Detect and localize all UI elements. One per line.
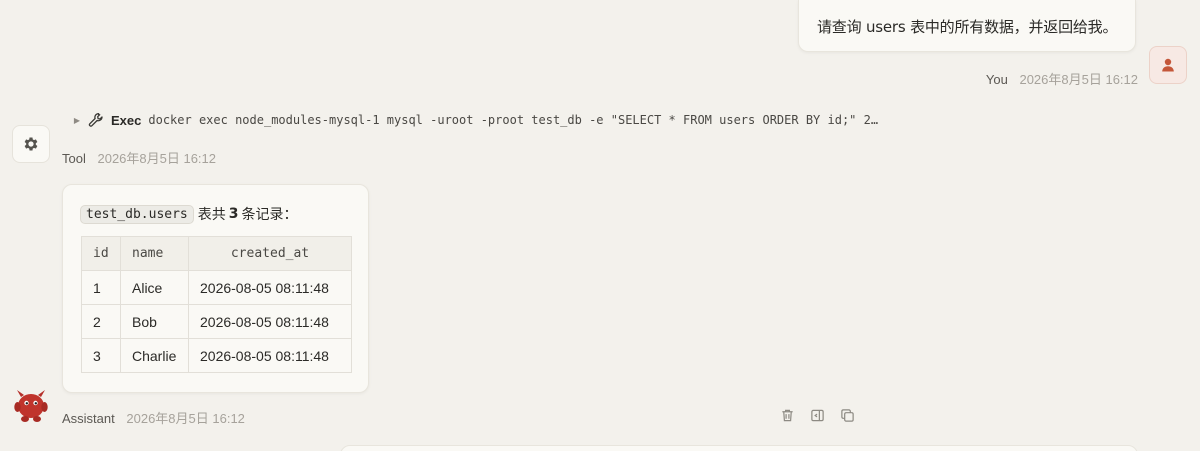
tool-call-row[interactable]: ▶ Exec docker exec node_modules-mysql-1 … xyxy=(70,110,878,130)
users-table: id name created_at 1 Alice 2026-08-05 08… xyxy=(81,236,352,373)
column-header-id: id xyxy=(81,236,121,271)
user-avatar xyxy=(1149,46,1187,84)
sidebar-panel-icon[interactable] xyxy=(808,406,826,424)
tool-command-text: docker exec node_modules-mysql-1 mysql -… xyxy=(148,113,879,127)
summary-suffix: 条记录： xyxy=(241,207,298,223)
assistant-summary: test_db.users 表共 3 条记录： xyxy=(80,204,298,224)
table-cell-created-at: 2026-08-05 08:11:48 xyxy=(188,270,352,305)
user-author-name: You xyxy=(985,72,1008,87)
table-cell-created-at: 2026-08-05 08:11:48 xyxy=(188,304,352,339)
summary-count: 3 xyxy=(228,206,239,222)
assistant-message-card: test_db.users 表共 3 条记录： id name created_… xyxy=(62,184,369,393)
assistant-author-name: Assistant xyxy=(62,411,115,426)
assistant-message-meta: Assistant 2026年8月5日 16:12 xyxy=(62,408,245,427)
table-header-row: id name created_at xyxy=(81,236,352,271)
wrench-icon xyxy=(88,112,104,128)
chat-page: 请查询 users 表中的所有数据，并返回给我。 You 2026年8月5日 1… xyxy=(0,0,1200,451)
column-header-created-at: created_at xyxy=(188,236,352,271)
tool-message-time: 2026年8月5日 16:12 xyxy=(97,151,217,166)
copy-icon[interactable] xyxy=(838,406,856,424)
table-row: 1 Alice 2026-08-05 08:11:48 xyxy=(81,270,352,305)
tool-author-name: Tool xyxy=(62,151,86,166)
gear-icon xyxy=(24,137,38,151)
assistant-avatar xyxy=(12,388,50,424)
user-message-time: 2026年8月5日 16:12 xyxy=(1019,72,1138,87)
next-message-card-partial xyxy=(340,445,1138,451)
table-row: 3 Charlie 2026-08-05 08:11:48 xyxy=(81,338,352,373)
message-actions xyxy=(778,406,856,424)
table-cell-name: Charlie xyxy=(120,338,189,373)
summary-prefix: 表共 xyxy=(197,207,226,223)
tool-avatar xyxy=(12,125,50,163)
table-row: 2 Bob 2026-08-05 08:11:48 xyxy=(81,304,352,339)
user-message-meta: You 2026年8月5日 16:12 xyxy=(986,69,1138,88)
table-cell-name: Alice xyxy=(120,270,189,305)
table-cell-id: 3 xyxy=(81,338,121,373)
table-cell-id: 2 xyxy=(81,304,121,339)
tool-exec-label: Exec xyxy=(111,112,142,128)
user-message-text: 请查询 users 表中的所有数据，并返回给我。 xyxy=(817,18,1118,36)
column-header-name: name xyxy=(120,236,189,271)
table-cell-name: Bob xyxy=(120,304,189,339)
table-cell-created-at: 2026-08-05 08:11:48 xyxy=(188,338,352,373)
table-cell-id: 1 xyxy=(81,270,121,305)
red-creature-mascot-icon xyxy=(14,390,48,422)
user-message-bubble: 请查询 users 表中的所有数据，并返回给我。 xyxy=(798,0,1136,52)
person-icon xyxy=(1162,58,1174,72)
inline-code-table-name: test_db.users xyxy=(80,204,194,224)
tool-message-meta: Tool 2026年8月5日 16:12 xyxy=(62,148,216,167)
expand-caret-icon[interactable]: ▶ xyxy=(70,116,84,125)
assistant-message-time: 2026年8月5日 16:12 xyxy=(126,411,245,426)
trash-icon[interactable] xyxy=(778,406,796,424)
